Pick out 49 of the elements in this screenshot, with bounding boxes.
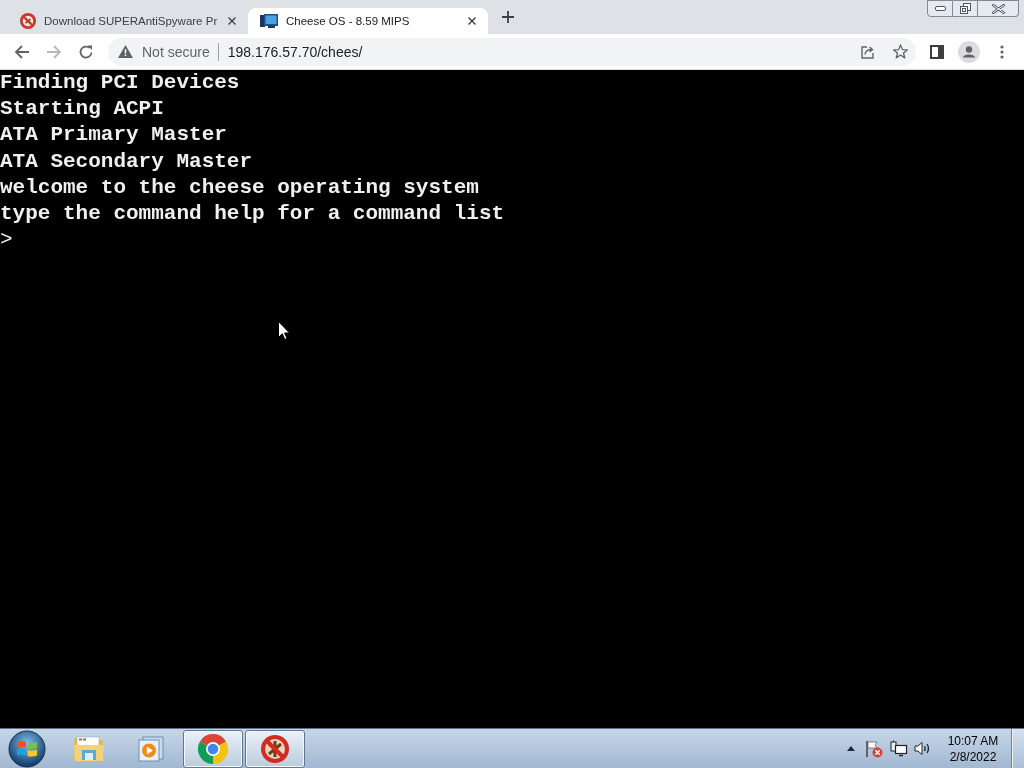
browser-tab[interactable]: Cheese OS - 8.59 MIPS [248, 8, 488, 34]
close-window-button[interactable] [978, 0, 1019, 17]
side-panel-icon [930, 44, 944, 59]
share-icon [861, 44, 875, 59]
browser-tab[interactable]: Download SUPERAntiSpyware Pr [8, 8, 248, 34]
terminal-prompt: > [0, 227, 13, 254]
media-player-icon [138, 735, 164, 762]
warning-icon [118, 45, 133, 58]
prohibition-sign-icon [20, 13, 36, 29]
terminal-line: welcome to the cheese operating system [0, 174, 479, 201]
forward-arrow-icon [46, 43, 62, 60]
flag-with-x-icon [865, 739, 883, 758]
cursor-icon [278, 321, 290, 340]
taskbar-app-button[interactable] [245, 729, 305, 768]
action-center-button[interactable] [864, 738, 884, 759]
minimize-button[interactable] [927, 0, 953, 17]
security-label[interactable]: Not secure [142, 42, 210, 61]
back-arrow-icon [14, 43, 30, 60]
terminal-line: Starting ACPI [0, 96, 164, 123]
close-icon [468, 17, 476, 25]
terminal-line: ATA Primary Master [0, 122, 227, 149]
plus-icon [502, 11, 514, 23]
clock-button[interactable]: 10:07 AM 2/8/2022 [942, 730, 1004, 767]
network-icon [890, 740, 908, 757]
close-icon [991, 3, 1005, 14]
folder-icon [73, 734, 105, 763]
network-button[interactable] [889, 738, 909, 759]
minimize-icon [934, 6, 946, 11]
url-text: 198.176.57.70/chees/ [227, 42, 363, 61]
monitor-icon [260, 14, 278, 28]
show-desktop-button[interactable] [1011, 728, 1024, 768]
speaker-icon [913, 741, 931, 756]
reload-icon [78, 43, 94, 60]
restore-icon [959, 3, 971, 14]
star-icon [892, 44, 908, 59]
restore-button[interactable] [953, 0, 978, 17]
browser-icon [198, 733, 228, 764]
close-icon [228, 17, 236, 25]
terminal-line: Finding PCI Devices [0, 70, 240, 96]
terminal-line: ATA Secondary Master [0, 148, 253, 175]
terminal-line: type the command help for a command list [0, 201, 505, 227]
taskbar-app-button[interactable] [183, 729, 243, 768]
caret-up-icon [847, 746, 855, 751]
start-button[interactable] [5, 729, 49, 768]
menu-icon [1000, 44, 1004, 59]
prohibition-sign-icon [260, 733, 290, 764]
start-orb-icon [8, 729, 46, 768]
address-field[interactable]: Not secure 198.176.57.70/chees/ [108, 37, 916, 66]
avatar-icon [958, 40, 980, 63]
